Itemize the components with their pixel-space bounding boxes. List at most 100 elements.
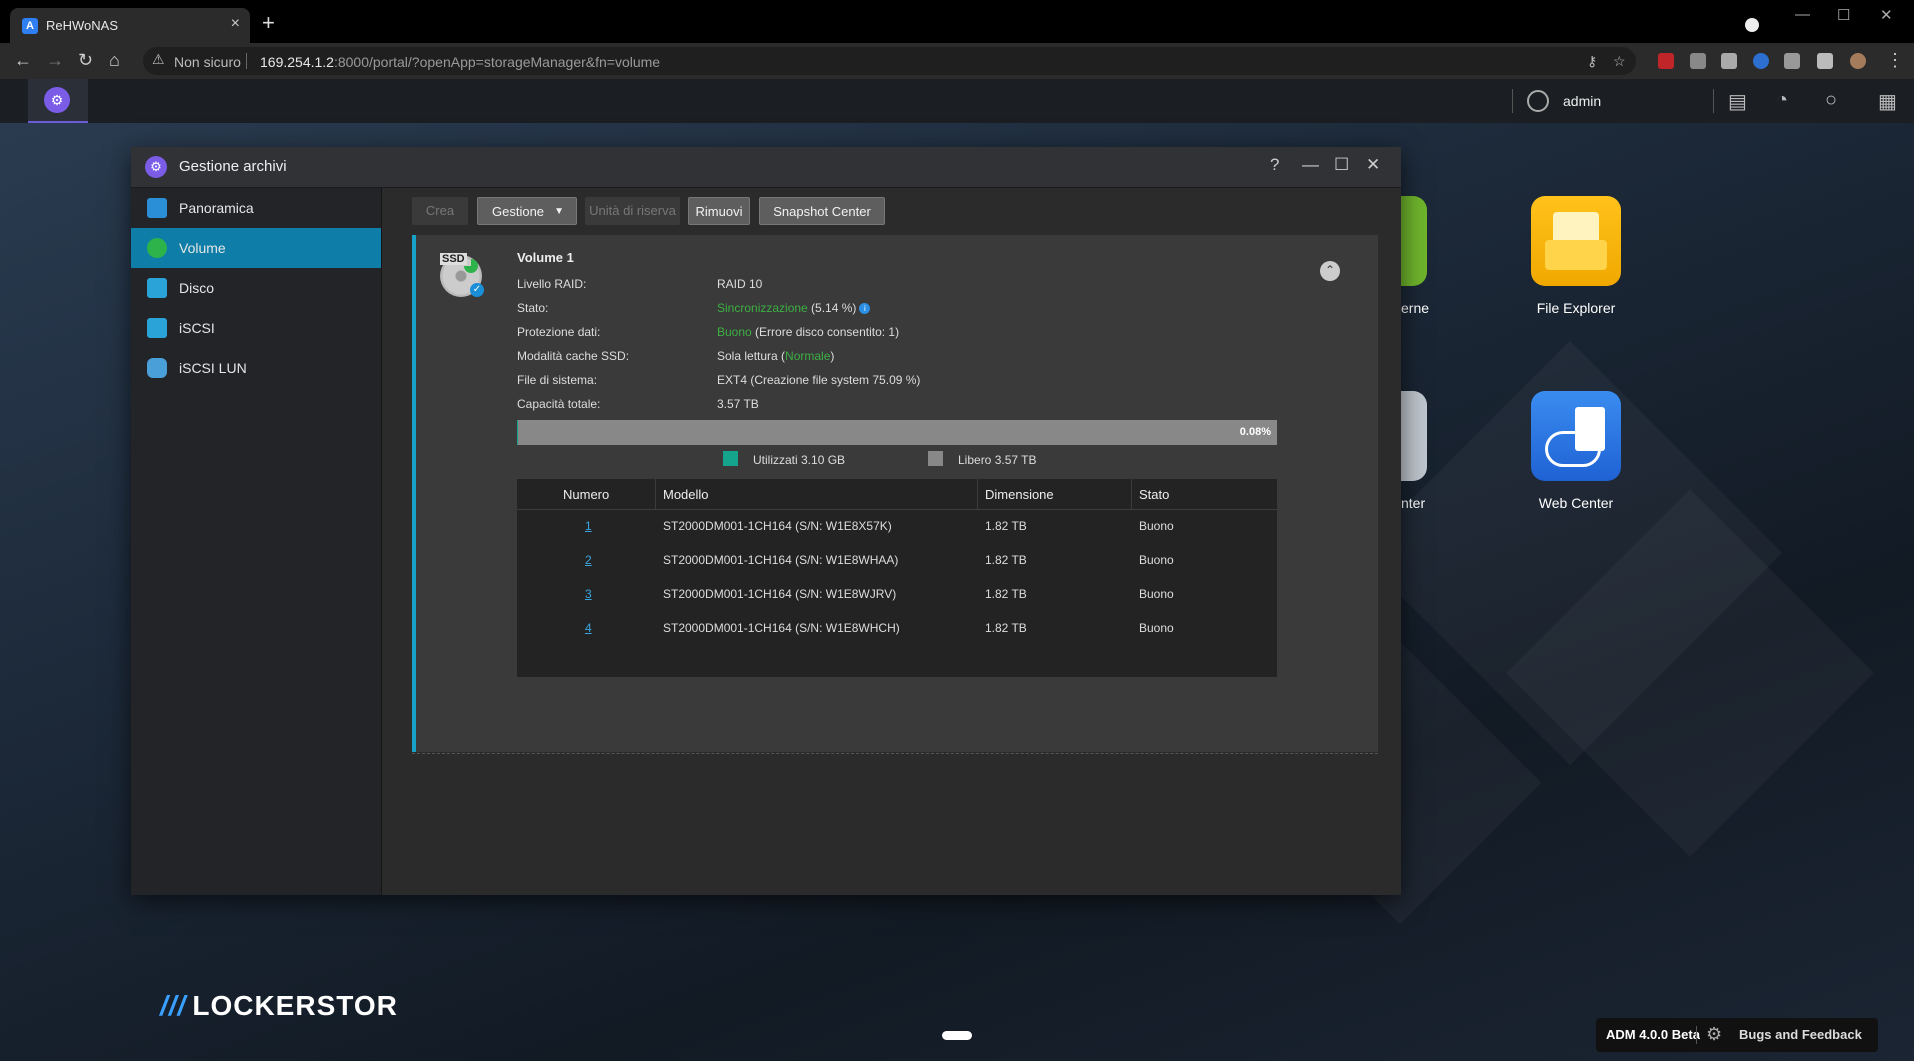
warning-icon[interactable]: ⚠ xyxy=(152,51,165,68)
disk-number-link[interactable]: 2 xyxy=(585,553,592,567)
disk-number-link[interactable]: 3 xyxy=(585,587,592,601)
column-header-size[interactable]: Dimensione xyxy=(985,487,1054,502)
profile-dropdown-icon[interactable] xyxy=(1745,18,1759,32)
tab-close-icon[interactable]: × xyxy=(231,15,240,33)
desktop-app-web-center[interactable]: Web Center xyxy=(1516,391,1636,511)
table-header-divider xyxy=(517,509,1277,510)
search-icon[interactable]: ○ xyxy=(1825,89,1837,112)
security-label[interactable]: Non sicuro xyxy=(174,54,241,70)
sidebar-item-volume[interactable]: Volume xyxy=(131,228,381,268)
app-tile-partial[interactable] xyxy=(1401,391,1427,481)
desktop-app-label-partial[interactable]: erne xyxy=(1401,300,1429,316)
home-icon[interactable]: ⌂ xyxy=(109,50,120,71)
disk-number-link[interactable]: 1 xyxy=(585,519,592,533)
column-header-number[interactable]: Numero xyxy=(563,487,609,502)
prop-value-protection: Buono (Errore disco consentito: 1) xyxy=(717,325,899,339)
status-sync-percent: (5.14 %) xyxy=(807,301,857,315)
legend-free-swatch xyxy=(928,451,943,466)
column-header-status[interactable]: Stato xyxy=(1139,487,1169,502)
new-tab-icon[interactable]: + xyxy=(262,10,275,36)
sidebar-item-iscsi[interactable]: iSCSI xyxy=(131,308,381,348)
column-header-model[interactable]: Modello xyxy=(663,487,709,502)
spare-drive-button[interactable]: Unità di riserva xyxy=(585,197,680,225)
menu-kebab-icon[interactable]: ⋮ xyxy=(1886,50,1904,71)
desktop-app-label-partial[interactable]: nter xyxy=(1401,495,1425,511)
bug-icon[interactable]: ⚙ xyxy=(1706,1024,1722,1045)
forward-icon[interactable]: → xyxy=(46,50,64,71)
divider xyxy=(1696,1026,1697,1044)
url-text[interactable]: 169.254.1.2:8000/portal/?openApp=storage… xyxy=(260,54,660,70)
divider xyxy=(246,53,247,69)
bugs-feedback-link[interactable]: Bugs and Feedback xyxy=(1739,1027,1862,1042)
manage-dropdown-button[interactable]: Gestione ▼ xyxy=(477,197,577,225)
check-icon: ✓ xyxy=(470,283,484,297)
back-icon[interactable]: ← xyxy=(14,50,32,71)
sidebar-item-disco[interactable]: Disco xyxy=(131,268,381,308)
prop-label: Capacità totale: xyxy=(517,397,601,411)
window-title: Gestione archivi xyxy=(179,158,287,175)
divider xyxy=(1713,89,1714,113)
minimize-icon[interactable]: — xyxy=(1302,155,1319,175)
browser-tabstrip: A ReHWoNAS × + — ☐ ✕ xyxy=(0,0,1914,43)
sidebar-item-label: Panoramica xyxy=(179,200,254,216)
disk-status: Buono xyxy=(1139,519,1174,533)
username-label[interactable]: admin xyxy=(1563,93,1601,109)
disk-size: 1.82 TB xyxy=(985,621,1027,635)
prop-value-capacity: 3.57 TB xyxy=(717,397,759,411)
iscsi-icon xyxy=(147,318,167,338)
taskbar-storage-manager-button[interactable]: ⚙ xyxy=(28,79,88,123)
ssd-badge: SSD xyxy=(440,253,467,265)
legend-used-swatch xyxy=(723,451,738,466)
collapse-chevron-up-icon[interactable]: ⌃ xyxy=(1320,261,1340,281)
extension-icon[interactable] xyxy=(1721,53,1737,69)
volume-icon xyxy=(147,238,167,258)
user-icon[interactable] xyxy=(1527,90,1549,112)
snapshot-center-button[interactable]: Snapshot Center xyxy=(759,197,885,225)
info-icon[interactable]: i xyxy=(859,303,871,314)
key-icon[interactable]: ⚷ xyxy=(1587,53,1597,70)
extension-icon[interactable] xyxy=(1690,53,1706,69)
widgets-icon[interactable]: ▦ xyxy=(1878,89,1897,114)
help-icon[interactable]: ? xyxy=(1270,155,1279,175)
extension-icon[interactable] xyxy=(1784,53,1800,69)
disk-number-link[interactable]: 4 xyxy=(585,621,592,635)
app-tile-partial[interactable] xyxy=(1401,196,1427,286)
desktop-page-indicator[interactable] xyxy=(942,1031,972,1040)
window-titlebar[interactable]: ⚙ Gestione archivi ? — ☐ ✕ xyxy=(131,147,1401,188)
status-sync-text: Sincronizzazione xyxy=(717,301,808,315)
extension-icon[interactable] xyxy=(1753,53,1769,69)
address-bar[interactable]: ⚠ Non sicuro 169.254.1.2:8000/portal/?op… xyxy=(143,47,1636,75)
minimize-window-icon[interactable]: — xyxy=(1795,6,1810,23)
column-separator xyxy=(655,479,656,509)
sidebar-item-label: iSCSI LUN xyxy=(179,360,247,376)
extensions-puzzle-icon[interactable] xyxy=(1817,53,1833,69)
bookmark-star-icon[interactable]: ☆ xyxy=(1613,53,1626,70)
prop-label: File di sistema: xyxy=(517,373,598,387)
sidebar-item-iscsi-lun[interactable]: iSCSI LUN xyxy=(131,348,381,388)
close-icon[interactable]: ✕ xyxy=(1366,155,1380,175)
prop-value-cache: Sola lettura (Normale) xyxy=(717,349,834,363)
dashboard-icon[interactable]: ◔ xyxy=(1776,89,1788,112)
sidebar-item-label: Disco xyxy=(179,280,215,296)
cache-status: Normale xyxy=(785,349,831,363)
avatar[interactable] xyxy=(1850,53,1866,69)
maximize-icon[interactable]: ☐ xyxy=(1334,155,1349,175)
close-window-icon[interactable]: ✕ xyxy=(1880,6,1893,24)
remove-button[interactable]: Rimuovi xyxy=(688,197,750,225)
desktop-app-file-explorer[interactable]: File Explorer xyxy=(1516,196,1636,316)
status-pie-icon xyxy=(464,259,478,273)
url-host: 169.254.1.2 xyxy=(260,54,334,70)
adm-taskbar: ⚙ admin ▤ ◔ ○ ▦ xyxy=(0,79,1914,124)
sidebar: Panoramica Volume Disco iSCSI iSCSI LUN xyxy=(131,188,382,895)
storage-manager-window: ⚙ Gestione archivi ? — ☐ ✕ Panoramica Vo… xyxy=(131,147,1401,895)
maximize-window-icon[interactable]: ☐ xyxy=(1837,6,1850,24)
sidebar-item-panoramica[interactable]: Panoramica xyxy=(131,188,381,228)
main-content: Crea Gestione ▼ Unità di riserva Rimuovi… xyxy=(382,188,1401,895)
url-path: :8000/portal/?openApp=storageManager&fn=… xyxy=(333,54,661,70)
desktop-app-label: Web Center xyxy=(1538,495,1614,511)
messages-icon[interactable]: ▤ xyxy=(1728,89,1747,114)
reload-icon[interactable]: ↻ xyxy=(78,50,93,71)
create-button[interactable]: Crea xyxy=(412,197,468,225)
ublock-extension-icon[interactable] xyxy=(1658,53,1674,69)
browser-tab[interactable]: A ReHWoNAS × xyxy=(10,8,250,43)
